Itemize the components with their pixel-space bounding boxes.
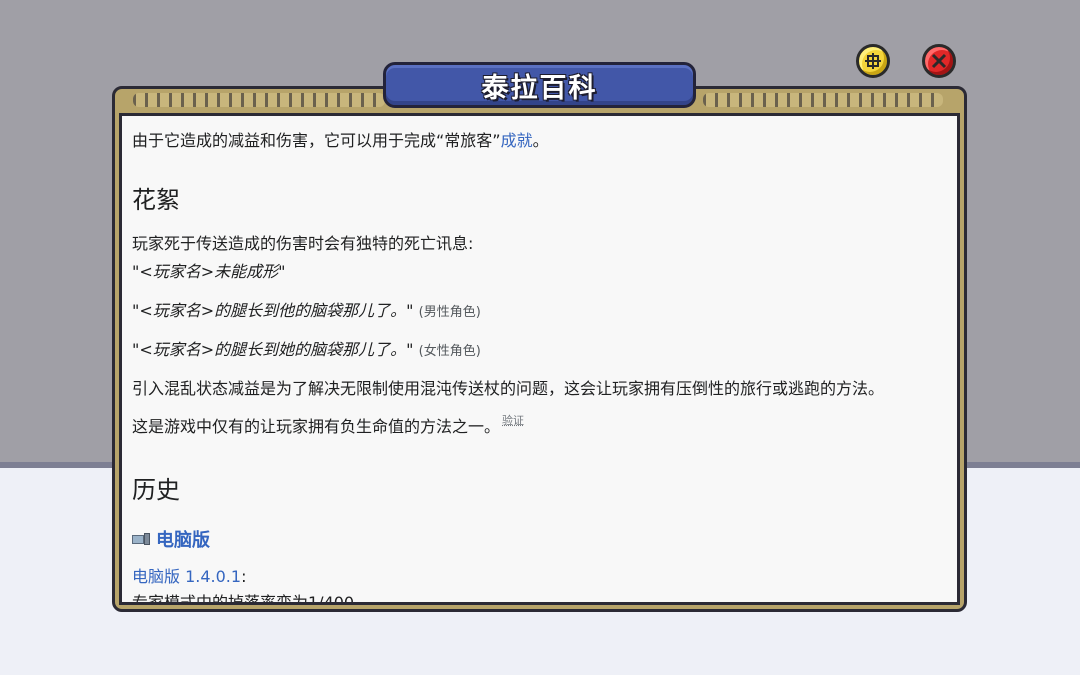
achievement-link[interactable]: 成就 [501,131,533,150]
death-message-3-note: (女性角色) [418,344,481,359]
title-tab: 泰拉百科 [383,62,696,108]
trivia-line-1: 玩家死于传送造成的伤害时会有独特的死亡讯息: [132,234,474,253]
article-scroll-area[interactable]: 由于它造成的减益和伤害，它可以用于完成“常旅客”成就。 花絮 玩家死于传送造成的… [119,113,960,605]
death-message-2: "<玩家名>的腿长到他的脑袋那儿了。" (男性角色) [132,297,481,321]
death-message-2-note: (男性角色) [418,305,481,320]
wiki-window: 由于它造成的减益和伤害，它可以用于完成“常旅客”成就。 花絮 玩家死于传送造成的… [112,86,967,612]
window-title: 泰拉百科 [481,72,598,104]
intro-text: 由于它造成的减益和伤害，它可以用于完成“常旅客” [132,131,501,150]
trivia-line-2: 引入混乱状态减益是为了解决无限制使用混沌传送杖的问题，这会让玩家拥有压倒性的旅行… [132,379,885,398]
close-button[interactable] [922,44,956,78]
history-heading: 历史 [132,476,180,504]
edition-label[interactable]: 电脑版 [156,526,210,552]
version-line: 电脑版 1.4.0.1: [132,563,246,587]
death-message-2-text: "<玩家名>的腿长到他的脑袋那儿了。" [132,301,414,320]
frame-ornament-right [703,93,943,107]
trivia-line-3: 这是游戏中仅有的让玩家拥有负生命值的方法之一。 验证 [132,413,524,437]
edition-header: 电脑版 [132,526,210,552]
death-message-3-text: "<玩家名>的腿长到她的脑袋那儿了。" [132,340,414,359]
version-colon: : [241,567,247,586]
pc-icon [132,532,150,546]
intro-paragraph: 由于它造成的减益和伤害，它可以用于完成“常旅客”成就。 [132,127,549,151]
trivia-heading: 花絮 [132,186,180,214]
frame-ornament-left [133,93,385,107]
close-icon [931,53,947,69]
intro-end: 。 [532,131,549,150]
pin-icon [865,53,881,69]
version-link[interactable]: 电脑版 1.4.0.1 [132,567,241,586]
death-message-3: "<玩家名>的腿长到她的脑袋那儿了。" (女性角色) [132,336,481,360]
trivia-line-3-text: 这是游戏中仅有的让玩家拥有负生命值的方法之一。 [132,417,501,436]
change-line: 专家模式中的掉落率变为1/400。 [132,593,371,605]
pin-button[interactable] [856,44,890,78]
verify-link[interactable]: 验证 [502,414,524,427]
death-message-1: "<玩家名>未能成形" [132,262,286,281]
